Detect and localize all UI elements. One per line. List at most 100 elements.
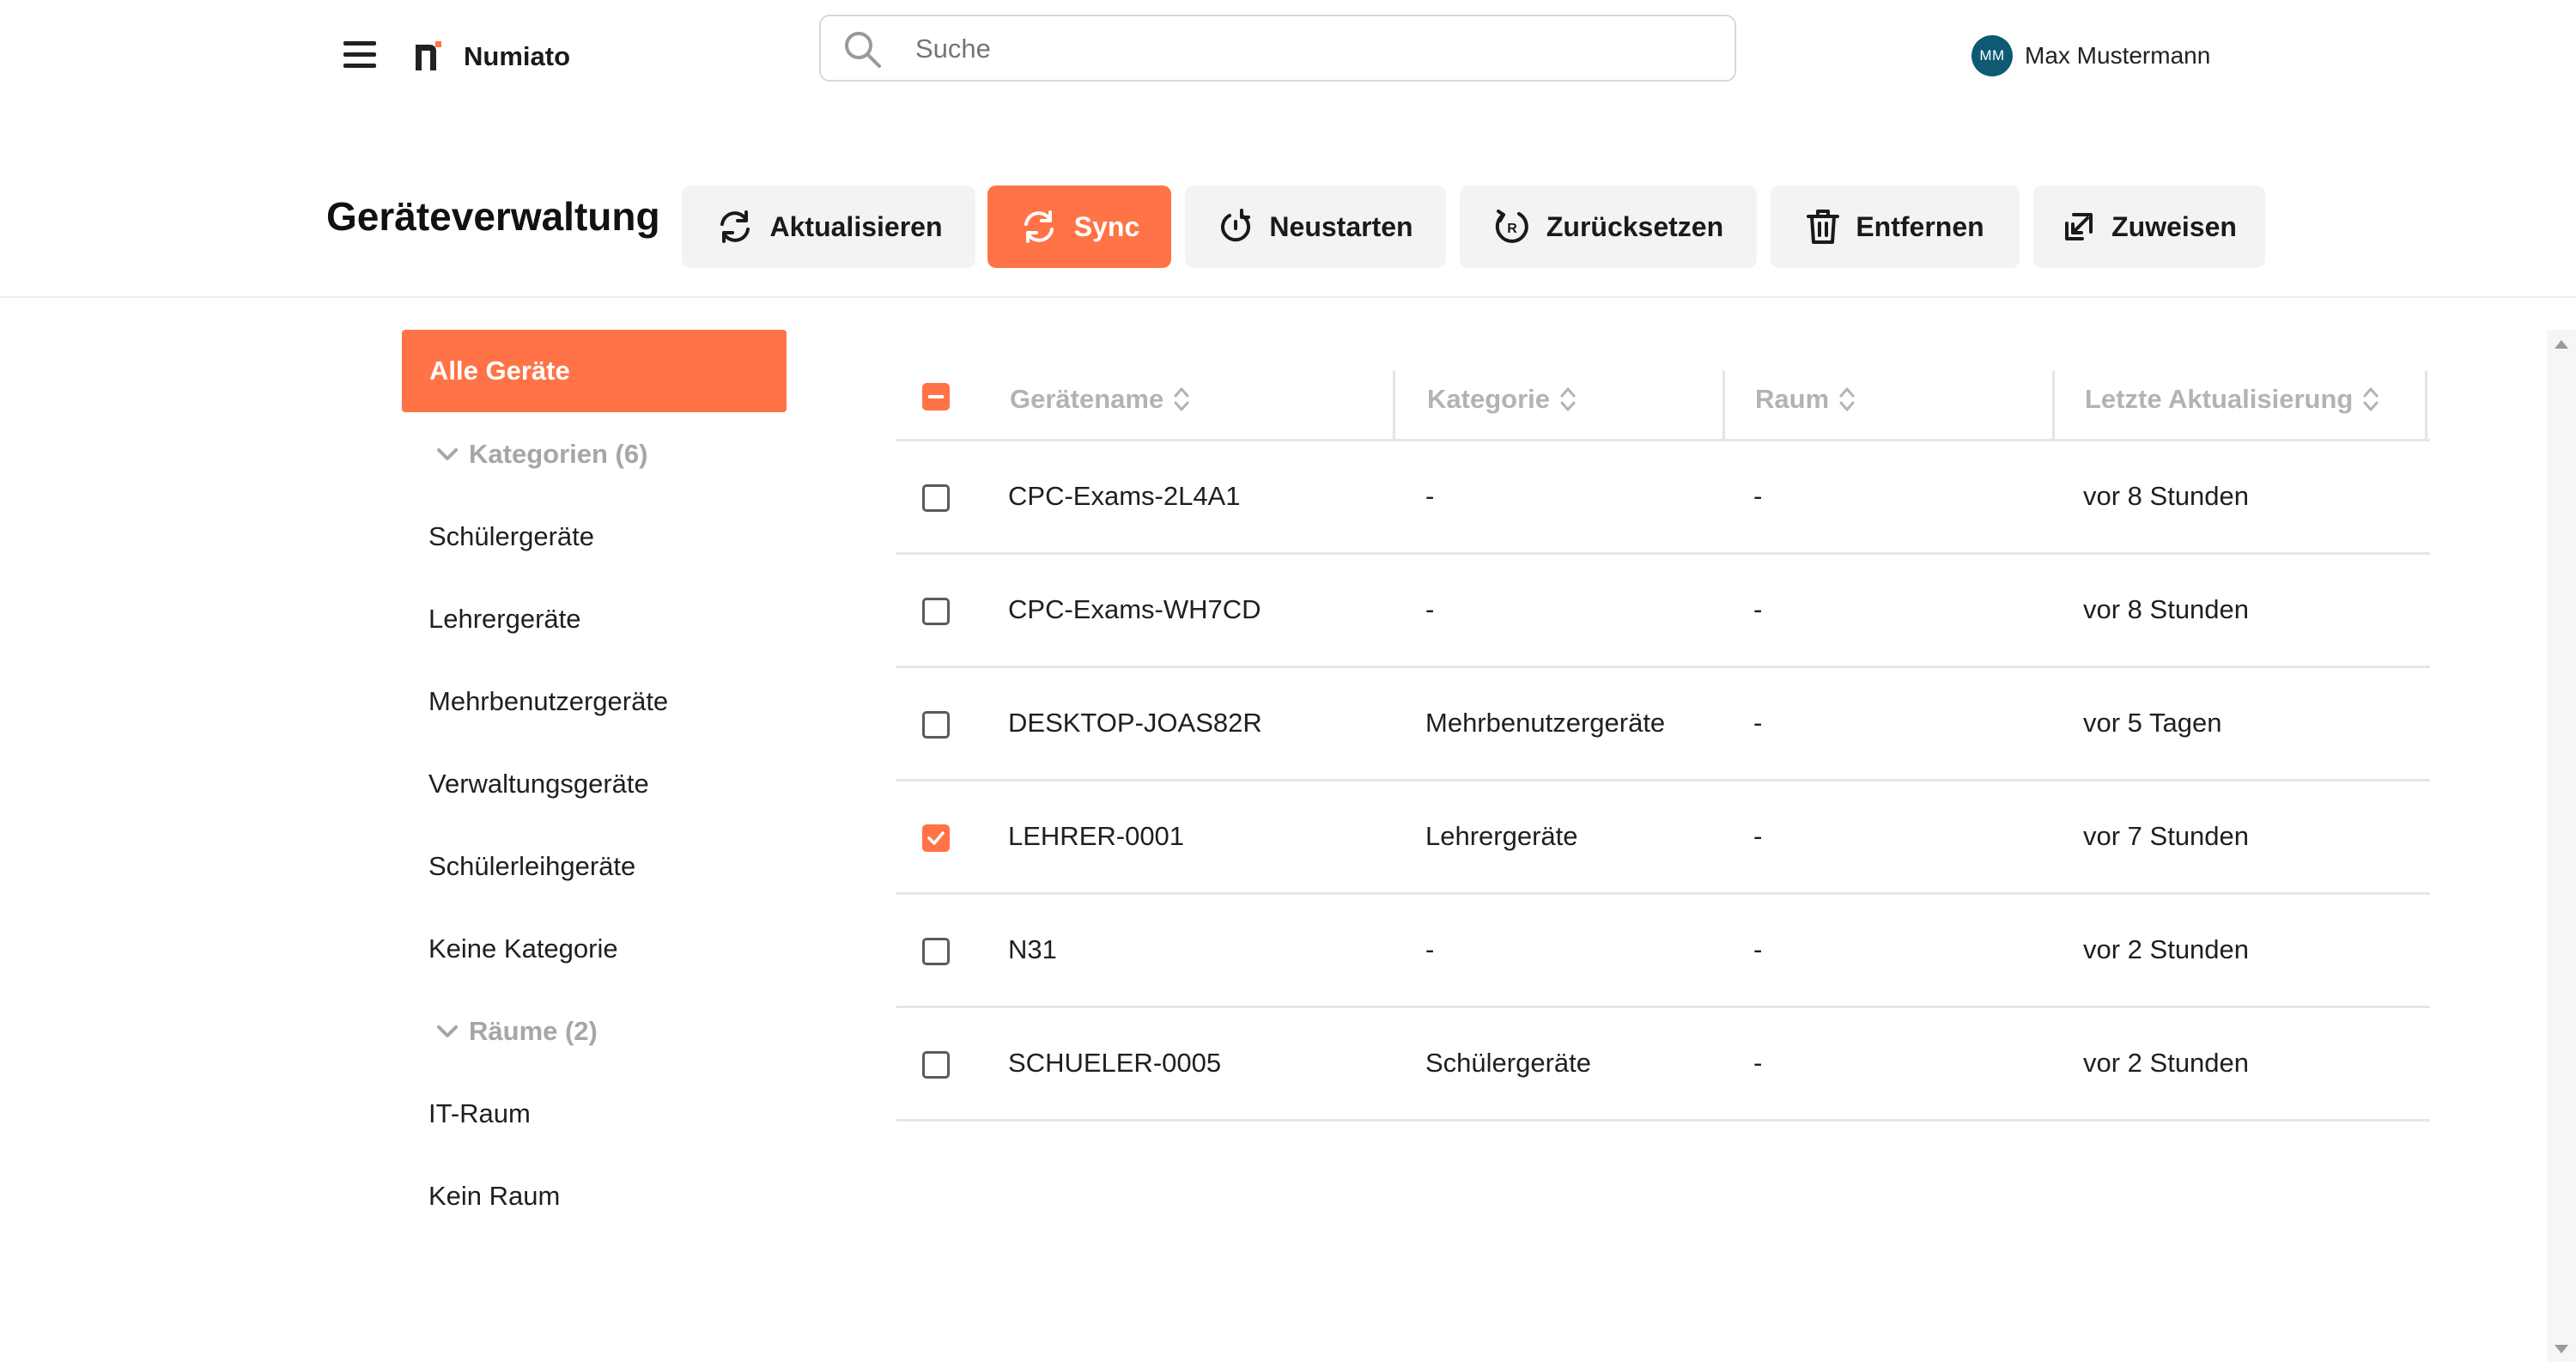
scroll-up-arrow-icon[interactable] <box>2555 340 2568 349</box>
column-header-label: Letzte Aktualisierung <box>2085 384 2354 414</box>
device-room: - <box>1753 594 1763 624</box>
device-category: Mehrbenutzergeräte <box>1425 708 1666 738</box>
device-room: - <box>1753 708 1763 738</box>
device-last-update: vor 7 Stunden <box>2083 821 2250 851</box>
column-header-label: Kategorie <box>1427 384 1550 414</box>
device-room: - <box>1753 481 1763 511</box>
trash-icon <box>1807 210 1840 244</box>
table-header: Gerätename Kategorie Raum Letzte Aktuali… <box>896 368 2430 441</box>
row-checkbox[interactable] <box>922 598 950 625</box>
numiato-logo <box>416 41 441 70</box>
search-bar[interactable] <box>819 15 1736 82</box>
device-category: Lehrergeräte <box>1425 821 1578 851</box>
search-input[interactable] <box>915 27 1705 71</box>
sidebar-item-schuelergeraete[interactable]: Schülergeräte <box>428 515 594 558</box>
device-room: - <box>1753 934 1763 964</box>
reset-button-label: Zurücksetzen <box>1546 210 1724 242</box>
column-header-last-update[interactable]: Letzte Aktualisierung <box>2085 378 2380 421</box>
vertical-scrollbar[interactable] <box>2547 330 2576 1362</box>
restart-button[interactable]: Neustarten <box>1185 185 1446 268</box>
row-divider <box>896 1119 2430 1122</box>
table-row[interactable]: N31 - - vor 2 Stunden <box>896 895 2430 1008</box>
device-name: DESKTOP-JOAS82R <box>1008 708 1262 738</box>
remove-button-label: Entfernen <box>1856 210 1984 242</box>
device-name: CPC-Exams-2L4A1 <box>1008 481 1241 511</box>
sidebar-item-all-devices[interactable]: Alle Geräte <box>402 330 787 412</box>
sync-button-label: Sync <box>1073 210 1140 242</box>
scroll-down-arrow-icon[interactable] <box>2555 1345 2568 1353</box>
device-last-update: vor 8 Stunden <box>2083 481 2250 511</box>
sort-icon <box>1174 387 1189 411</box>
restart-button-label: Neustarten <box>1269 210 1413 242</box>
sidebar-group-label: Räume (2) <box>469 1016 598 1046</box>
sidebar-group-label: Kategorien (6) <box>469 439 648 469</box>
table-row[interactable]: LEHRER-0001 Lehrergeräte - vor 7 Stunden <box>896 781 2430 895</box>
assign-button[interactable]: Zuweisen <box>2033 185 2265 268</box>
device-name: CPC-Exams-WH7CD <box>1008 594 1261 624</box>
row-checkbox-checked[interactable] <box>922 824 950 852</box>
sidebar-group-rooms[interactable]: Räume (2) <box>436 1010 598 1053</box>
sidebar-item-lehrergeraete[interactable]: Lehrergeräte <box>428 598 581 641</box>
app-title: Numiato <box>464 41 570 71</box>
device-last-update: vor 8 Stunden <box>2083 594 2250 624</box>
avatar: MM <box>1971 35 2013 76</box>
search-icon <box>845 32 881 68</box>
device-room: - <box>1753 821 1763 851</box>
user-menu[interactable]: MM Max Mustermann <box>1971 34 2210 77</box>
device-name: N31 <box>1008 934 1057 964</box>
svg-text:R: R <box>1507 222 1517 236</box>
reset-icon: R <box>1495 210 1528 243</box>
table-row[interactable]: CPC-Exams-WH7CD - - vor 8 Stunden <box>896 555 2430 668</box>
checkmark-icon <box>927 831 945 845</box>
device-last-update: vor 5 Tagen <box>2083 708 2222 738</box>
refresh-button[interactable]: Aktualisieren <box>682 185 975 268</box>
table-row[interactable]: SCHUELER-0005 Schülergeräte - vor 2 Stun… <box>896 1008 2430 1122</box>
device-last-update: vor 2 Stunden <box>2083 934 2250 964</box>
column-header-label: Raum <box>1755 384 1830 414</box>
device-name: SCHUELER-0005 <box>1008 1048 1222 1078</box>
sync-button[interactable]: Sync <box>987 185 1171 268</box>
column-divider <box>2052 371 2055 441</box>
reset-button[interactable]: R Zurücksetzen <box>1460 185 1757 268</box>
sidebar-item-kein-raum[interactable]: Kein Raum <box>428 1175 560 1218</box>
column-header-name[interactable]: Gerätename <box>1010 378 1191 421</box>
sidebar-item-schuelerleihgeraete[interactable]: Schülerleihgeräte <box>428 845 635 888</box>
sort-icon <box>1839 387 1855 411</box>
column-header-room[interactable]: Raum <box>1755 378 1856 421</box>
top-bar: Numiato MM Max Mustermann <box>0 0 2576 103</box>
sidebar-item-it-raum[interactable]: IT-Raum <box>428 1092 531 1135</box>
device-last-update: vor 2 Stunden <box>2083 1048 2250 1078</box>
assign-button-label: Zuweisen <box>2111 210 2237 242</box>
table-row[interactable]: DESKTOP-JOAS82R Mehrbenutzergeräte - vor… <box>896 668 2430 781</box>
refresh-button-label: Aktualisieren <box>769 210 943 242</box>
row-checkbox[interactable] <box>922 938 950 965</box>
user-name: Max Mustermann <box>2025 42 2211 69</box>
sidebar-item-verwaltungsgeraete[interactable]: Verwaltungsgeräte <box>428 763 649 806</box>
column-header-label: Gerätename <box>1010 384 1164 414</box>
sort-icon <box>2363 387 2379 411</box>
column-header-category[interactable]: Kategorie <box>1427 378 1577 421</box>
row-checkbox[interactable] <box>922 1051 950 1079</box>
row-checkbox[interactable] <box>922 711 950 739</box>
menu-icon[interactable] <box>340 38 381 72</box>
chevron-down-icon <box>437 1025 458 1037</box>
row-checkbox[interactable] <box>922 484 950 512</box>
select-all-checkbox[interactable] <box>922 383 950 410</box>
column-divider <box>1393 371 1395 441</box>
table-row[interactable]: CPC-Exams-2L4A1 - - vor 8 Stunden <box>896 441 2430 555</box>
sidebar-group-categories[interactable]: Kategorien (6) <box>436 433 647 476</box>
sort-icon <box>1560 387 1576 411</box>
sidebar-item-keine-kategorie[interactable]: Keine Kategorie <box>428 927 618 970</box>
page-title: Geräteverwaltung <box>326 194 660 239</box>
device-category: Schülergeräte <box>1425 1048 1592 1078</box>
sidebar-item-mehrbenutzergeraete[interactable]: Mehrbenutzergeräte <box>428 680 668 723</box>
refresh-icon <box>720 210 750 243</box>
remove-button[interactable]: Entfernen <box>1771 185 2020 268</box>
column-divider <box>1722 371 1725 441</box>
chevron-down-icon <box>437 448 458 460</box>
sync-icon <box>1024 210 1054 243</box>
device-category: - <box>1425 594 1435 624</box>
device-category: - <box>1425 481 1435 511</box>
app-root: Numiato MM Max Mustermann Geräteverwaltu… <box>0 0 2576 1362</box>
column-divider <box>2425 371 2427 441</box>
